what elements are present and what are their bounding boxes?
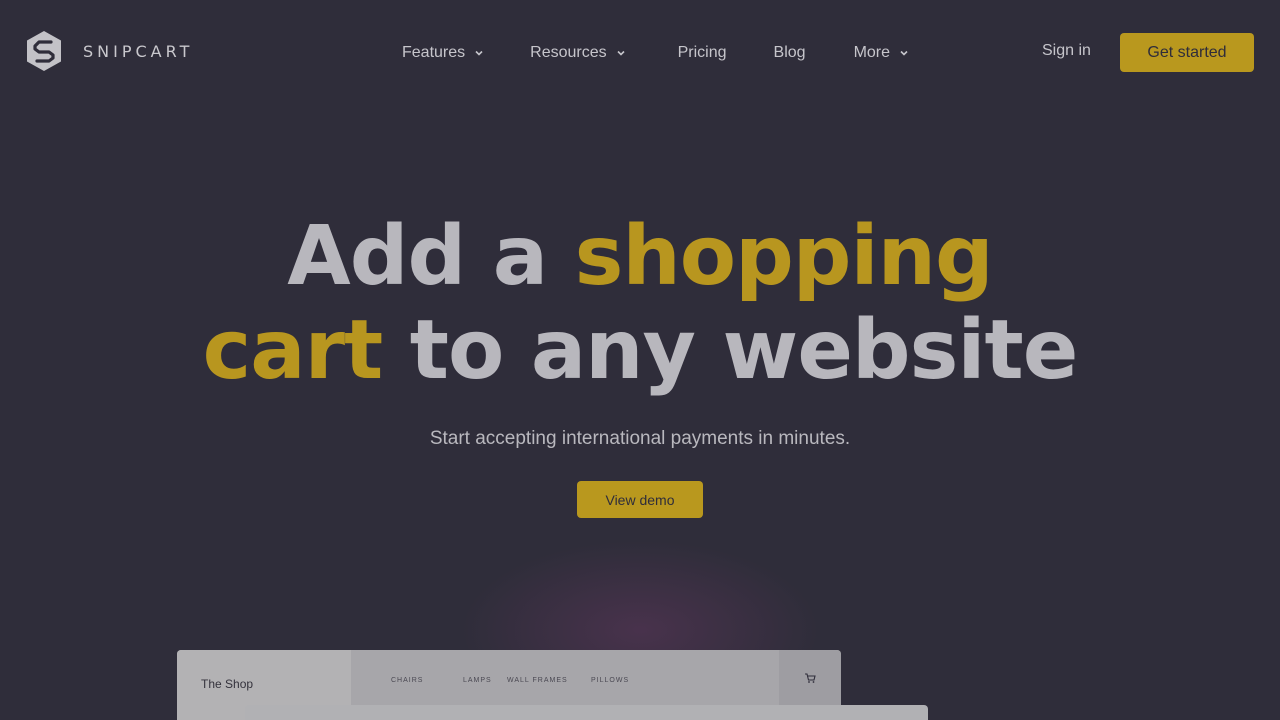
hero-title-part1: Add a — [287, 209, 575, 304]
chevron-down-icon — [617, 50, 625, 56]
view-demo-button[interactable]: View demo — [577, 481, 703, 518]
brand-logo[interactable]: SNIPCART — [25, 30, 193, 72]
main-nav: Features Resources Pricing Blog More — [402, 42, 909, 64]
sign-in-link[interactable]: Sign in — [1042, 42, 1091, 60]
hero-subtitle: Start accepting international payments i… — [429, 428, 851, 449]
hero-title-accent1: shopping — [574, 209, 994, 304]
nav-item-blog[interactable]: Blog — [774, 44, 806, 62]
mockup-nav-item: LAMPS — [463, 677, 492, 684]
mockup-shop-name: The Shop — [201, 677, 254, 691]
nav-item-features[interactable]: Features — [402, 44, 484, 62]
get-started-button[interactable]: Get started — [1120, 33, 1254, 72]
chevron-down-icon — [475, 50, 483, 56]
cart-icon — [805, 673, 816, 683]
nav-item-label: Blog — [773, 44, 806, 61]
site-header: SNIPCART Features Resources Pricing Blog… — [0, 0, 1280, 104]
nav-item-resources[interactable]: Resources — [530, 44, 625, 62]
brand-name: SNIPCART — [83, 41, 194, 61]
chevron-down-icon — [900, 50, 908, 56]
snipcart-logo-icon — [27, 31, 61, 71]
mockup-nav-item: CHAIRS — [391, 677, 424, 684]
nav-item-pricing[interactable]: Pricing — [678, 44, 727, 62]
mockup-cart-panel — [245, 705, 928, 720]
mockup-nav-item: PILLOWS — [591, 677, 630, 684]
nav-item-label: Features — [402, 44, 466, 61]
nav-item-more[interactable]: More — [854, 44, 909, 62]
mockup-nav: CHAIRS LAMPS WALL FRAMES PILLOWS — [391, 677, 629, 684]
mockup-nav-item: WALL FRAMES — [507, 677, 568, 684]
hero-title: Add a shopping cart to any website — [0, 210, 1280, 398]
nav-item-label: Pricing — [677, 44, 727, 61]
nav-item-label: More — [853, 44, 891, 61]
nav-item-label: Resources — [530, 44, 607, 61]
hero-title-accent2: cart — [202, 303, 384, 398]
hero-title-part2: to any website — [382, 303, 1079, 398]
